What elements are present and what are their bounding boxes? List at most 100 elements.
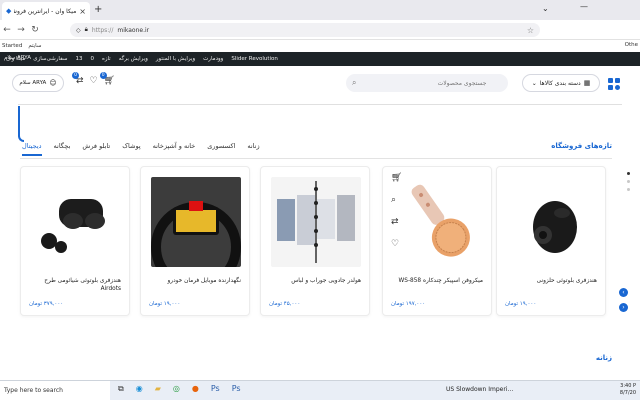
clock[interactable]: 3:40 P 8/7/20 bbox=[620, 383, 636, 397]
forward-icon[interactable]: → bbox=[14, 25, 28, 35]
minimize-icon[interactable]: — bbox=[580, 2, 588, 11]
other-bookmarks[interactable]: Othe bbox=[625, 42, 638, 48]
wp-item-woodmart[interactable]: وودمارت bbox=[203, 56, 223, 62]
product-actions: 🛒︎ ⌕ ⇄ ♡ bbox=[391, 173, 402, 249]
back-icon[interactable]: ← bbox=[0, 25, 14, 35]
section2-title: زنانه bbox=[595, 354, 612, 362]
url-text: mikaone.ir bbox=[117, 26, 150, 34]
task-view-icon[interactable]: ⧉ bbox=[118, 384, 124, 394]
carousel-prev-icon[interactable]: ‹ bbox=[619, 288, 628, 297]
wp-item-elementor[interactable]: ویرایش با المنتور bbox=[156, 56, 195, 62]
product-card[interactable]: نگهدارنده موبایل فرمان خودرو ۱۹,۰۰۰ توما… bbox=[140, 166, 250, 316]
new-tab-button[interactable]: + bbox=[94, 4, 102, 15]
photoshop-icon[interactable]: Ps bbox=[211, 384, 220, 394]
header-icons: ⇄ 0 ♡ 🛒︎ 0 bbox=[72, 72, 115, 86]
tab-carpet[interactable]: تابلو فرش bbox=[82, 142, 110, 156]
taskbar-search[interactable]: Type here to search bbox=[0, 381, 110, 400]
user-icon: ☺ bbox=[49, 79, 57, 87]
category-button[interactable]: ▦ دسته بندی کالاها ⌄ bbox=[522, 74, 600, 92]
product-image[interactable] bbox=[271, 177, 361, 267]
product-name[interactable]: هولدر جادویی جوراب و لباس bbox=[267, 277, 361, 285]
quick-view-search-icon[interactable]: ⌕ bbox=[391, 195, 402, 205]
wp-item-edit-page[interactable]: ویرایش برگه bbox=[119, 56, 148, 62]
url-scheme: https:// bbox=[91, 26, 114, 34]
photoshop-icon[interactable]: Ps bbox=[232, 384, 241, 394]
section-title: تازه‌های فروشگاه bbox=[551, 142, 612, 150]
wp-item-comments[interactable]: 0 bbox=[90, 56, 94, 62]
product-price: ۱۹۷,۰۰۰ تومان bbox=[391, 301, 426, 307]
wishlist-heart-icon[interactable]: ♡ bbox=[391, 239, 402, 249]
wp-greeting[interactable]: سلام ARYA bbox=[4, 55, 31, 61]
add-to-cart-icon[interactable]: 🛒︎ bbox=[391, 173, 402, 183]
browser-tabstrip: ◆ میکا وان - ایرانترین فروشگاه در × + ⌄ … bbox=[0, 0, 640, 20]
lock-icon: 🔒︎ bbox=[84, 26, 88, 33]
clock-time: 3:40 P bbox=[620, 383, 636, 389]
news-widget[interactable]: US Slowdown Imperi... bbox=[446, 386, 513, 393]
tab-close-icon[interactable]: × bbox=[79, 7, 86, 16]
product-card[interactable]: 🛒︎ ⌕ ⇄ ♡ میکروفن اسپیکر چندکاره WS-858 ۱… bbox=[382, 166, 492, 316]
grid-icon: ▦ bbox=[583, 79, 591, 87]
compare-icon[interactable]: ⇄ bbox=[391, 217, 402, 227]
tab-list-chevron-icon[interactable]: ⌄ bbox=[542, 4, 549, 13]
category-button-label: دسته بندی کالاها bbox=[539, 79, 581, 87]
bookmark-site[interactable]: سایتم bbox=[28, 43, 41, 49]
product-carousel: هندزفری بلوتوثی حلزونی ۱۹,۰۰۰ تومان 🛒︎ ⌕… bbox=[20, 166, 610, 316]
windows-taskbar: Type here to search ⧉ ◉ ▰ ◎ ● Ps Ps US S… bbox=[0, 380, 640, 400]
tab-home-kitchen[interactable]: خانه و آشپزخانه bbox=[153, 142, 196, 156]
header-divider bbox=[18, 104, 622, 105]
clock-date: 8/7/20 bbox=[619, 390, 636, 396]
compare-icon[interactable]: ⇄ 0 bbox=[72, 72, 84, 86]
wp-item-updates[interactable]: 13 bbox=[75, 56, 82, 62]
product-card[interactable]: هندزفری بلوتوثی شیائومی طرح Airdots ۳۷۹,… bbox=[20, 166, 130, 316]
product-name[interactable]: نگهدارنده موبایل فرمان خودرو bbox=[147, 277, 242, 285]
carousel-dot[interactable] bbox=[627, 172, 630, 175]
product-name[interactable]: هندزفری بلوتوثی شیائومی طرح Airdots bbox=[27, 277, 121, 293]
tab-women[interactable]: زنانه bbox=[247, 142, 259, 156]
bookmark-star-icon[interactable]: ☆ bbox=[527, 26, 534, 35]
firefox-icon[interactable]: ● bbox=[192, 384, 199, 394]
address-bar[interactable]: ◇ 🔒︎ https:// mikaone.ir ☆ bbox=[70, 23, 540, 37]
carousel-dots bbox=[627, 172, 630, 191]
site-logo-icon[interactable] bbox=[608, 78, 622, 90]
tab-accessories[interactable]: اکسسوری bbox=[207, 142, 235, 156]
account-label: سلام ARYA bbox=[19, 80, 47, 86]
wp-item-customize[interactable]: سفارشی‌سازی bbox=[33, 56, 67, 62]
explorer-icon[interactable]: ▰ bbox=[155, 384, 161, 394]
wishlist-heart-icon[interactable]: ♡ bbox=[90, 76, 98, 86]
cart-badge: 0 bbox=[99, 72, 107, 79]
product-name[interactable]: میکروفن اسپیکر چندکاره WS-858 bbox=[389, 277, 483, 285]
taskbar-apps: ⧉ ◉ ▰ ◎ ● Ps Ps bbox=[118, 384, 241, 394]
browser-tab[interactable]: ◆ میکا وان - ایرانترین فروشگاه در × bbox=[2, 2, 90, 20]
wp-item-new[interactable]: تازه bbox=[102, 56, 111, 62]
carousel-next-icon[interactable]: › bbox=[619, 303, 628, 312]
tab-digital[interactable]: دیجیتال bbox=[22, 142, 42, 156]
tab-kids[interactable]: بچگانه bbox=[54, 142, 71, 156]
product-card[interactable]: هولدر جادویی جوراب و لباس ۴۵,۰۰۰ تومان bbox=[260, 166, 370, 316]
carousel-dot[interactable] bbox=[627, 180, 630, 183]
search-input[interactable] bbox=[356, 79, 487, 87]
product-image[interactable] bbox=[507, 177, 597, 267]
product-image[interactable] bbox=[397, 177, 487, 267]
product-price: ۴۵,۰۰۰ تومان bbox=[269, 301, 301, 307]
product-image[interactable] bbox=[31, 177, 121, 267]
reload-icon[interactable]: ↻ bbox=[28, 25, 42, 35]
edge-icon[interactable]: ◉ bbox=[136, 384, 143, 394]
cart-icon[interactable]: 🛒︎ 0 bbox=[99, 72, 115, 86]
bookmark-started[interactable]: Started bbox=[2, 43, 22, 49]
site-page: ▦ دسته بندی کالاها ⌄ ⌕ ⇄0 ♡ 🛒︎0 سلام ARY… bbox=[0, 66, 640, 400]
category-tabs: دیجیتال بچگانه تابلو فرش پوشاک خانه و آش… bbox=[22, 142, 260, 156]
compare-badge: 0 bbox=[72, 72, 79, 79]
wp-admin-bar: میکا وان سفارشی‌سازی 13 0 تازه ویرایش بر… bbox=[0, 52, 640, 66]
tab-title: میکا وان - ایرانترین فروشگاه در bbox=[14, 7, 77, 15]
product-price: ۱۹,۰۰۰ تومان bbox=[505, 301, 537, 307]
product-name[interactable]: هندزفری بلوتوثی حلزونی bbox=[503, 277, 597, 285]
decorative-curve bbox=[18, 106, 24, 142]
chrome-icon[interactable]: ◎ bbox=[173, 384, 180, 394]
wp-item-slider[interactable]: Slider Revolution bbox=[231, 56, 278, 62]
carousel-dot[interactable] bbox=[627, 188, 630, 191]
tab-clothing[interactable]: پوشاک bbox=[122, 142, 140, 156]
shield-icon: ◇ bbox=[76, 26, 81, 34]
product-image[interactable] bbox=[151, 177, 241, 267]
product-card[interactable]: هندزفری بلوتوثی حلزونی ۱۹,۰۰۰ تومان bbox=[496, 166, 606, 316]
account-button[interactable]: سلام ARYA ☺ bbox=[12, 74, 64, 92]
